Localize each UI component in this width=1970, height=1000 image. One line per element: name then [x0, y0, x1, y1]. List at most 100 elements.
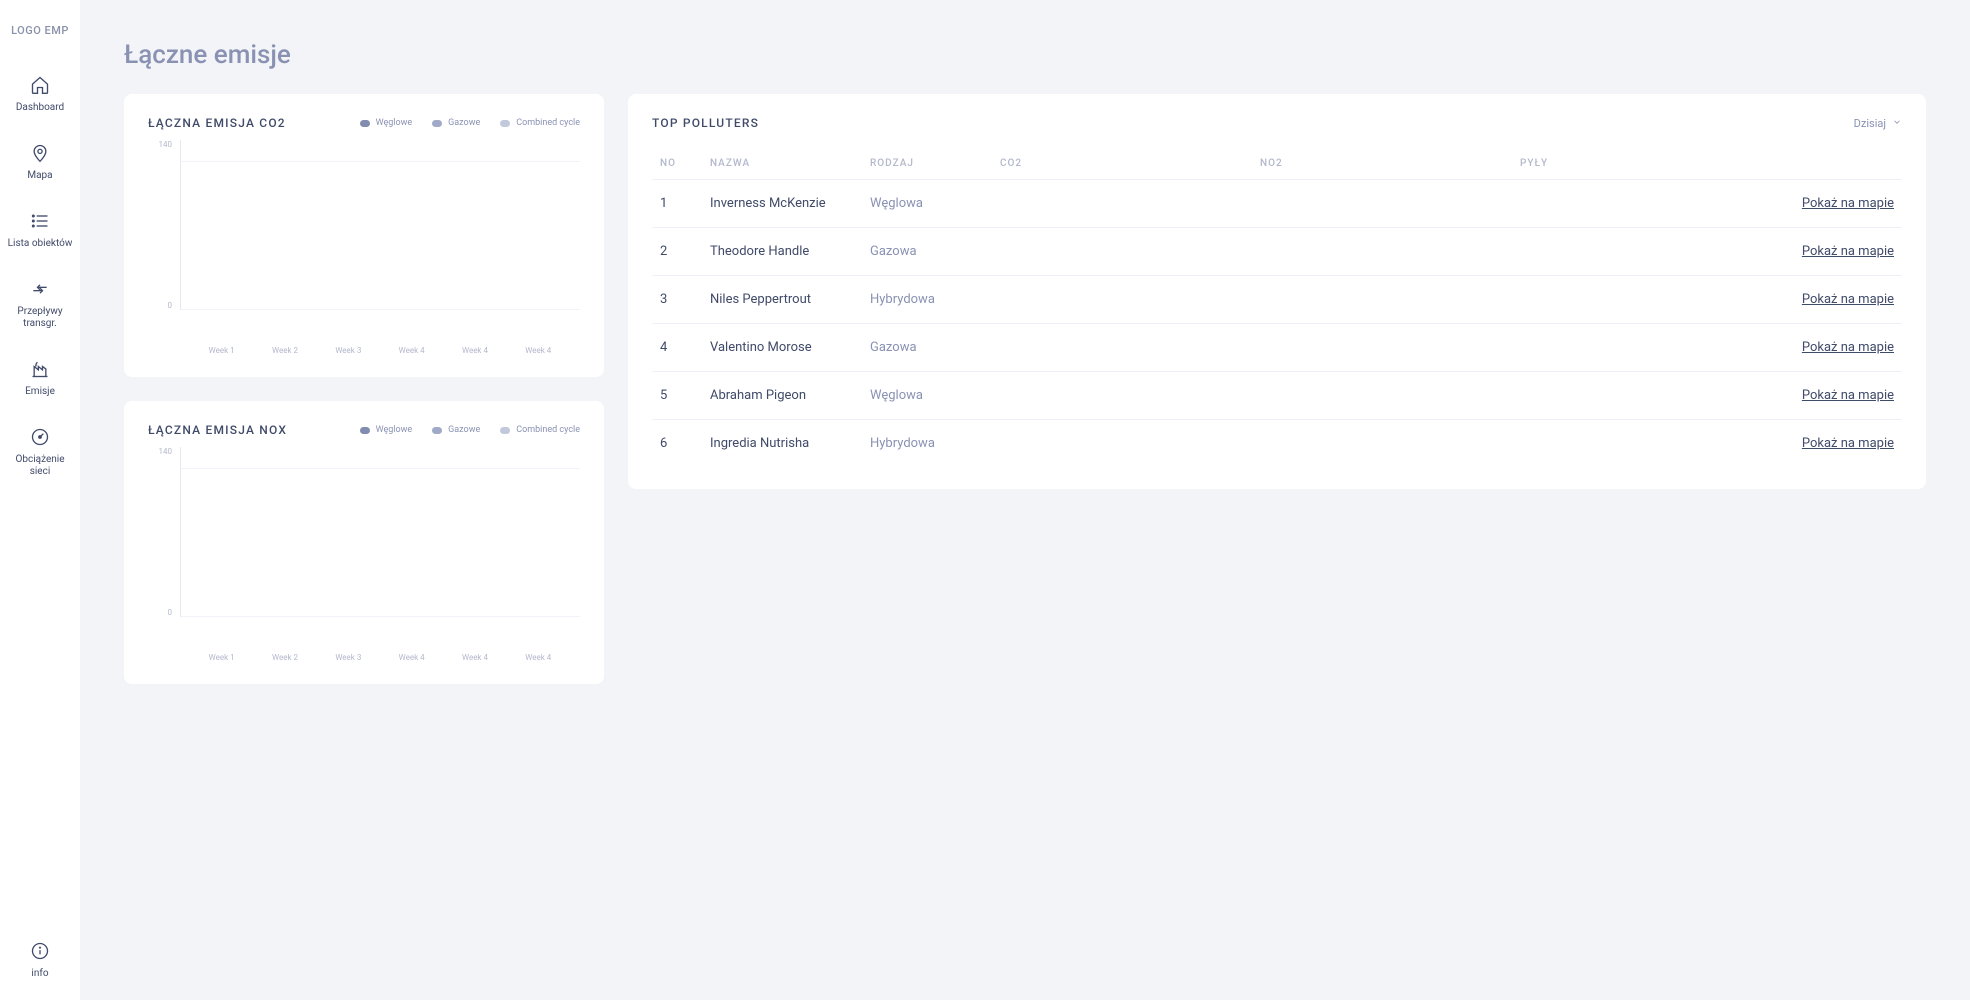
table-row: 6 Ingredia Nutrisha Hybrydowa Pokaż na m… — [652, 420, 1902, 468]
legend-item: Węglowe — [360, 425, 413, 435]
table-row: 3 Niles Peppertrout Hybrydowa Pokaż na m… — [652, 276, 1902, 324]
show-on-map-link[interactable]: Pokaż na mapie — [1772, 420, 1902, 468]
x-axis-label: Week 3 — [333, 653, 363, 662]
gauge-icon — [29, 426, 51, 448]
y-axis-tick: 0 — [168, 608, 173, 617]
legend-item: Combined cycle — [500, 425, 580, 435]
x-axis: Week 1 Week 2 Week 3 Week 4 Week 4 Week 4 — [180, 346, 580, 355]
cell-no2 — [1252, 180, 1512, 228]
chart-legend: Węglowe Gazowe Combined cycle — [360, 118, 580, 128]
show-on-map-link[interactable]: Pokaż na mapie — [1772, 228, 1902, 276]
cell-name: Valentino Morose — [702, 324, 862, 372]
x-axis-label: Week 4 — [460, 346, 490, 355]
cell-no2 — [1252, 420, 1512, 468]
show-on-map-link[interactable]: Pokaż na mapie — [1772, 180, 1902, 228]
gridline — [181, 309, 580, 310]
cell-no: 6 — [652, 420, 702, 468]
legend-label: Gazowe — [448, 118, 480, 128]
cell-pyly — [1512, 228, 1772, 276]
sidebar-item-pin[interactable]: Mapa — [0, 142, 80, 182]
th-no: NO — [652, 148, 702, 180]
x-axis-label: Week 2 — [270, 346, 300, 355]
legend-dot-icon — [500, 120, 510, 127]
sidebar-item-plant[interactable]: Emisje — [0, 358, 80, 398]
pin-icon — [29, 142, 51, 164]
show-on-map-link[interactable]: Pokaż na mapie — [1772, 324, 1902, 372]
polluters-table: NO NAZWA RODZAJ CO2 NO2 PYŁY 1 Inverness… — [652, 148, 1902, 467]
th-kind: RODZAJ — [862, 148, 992, 180]
sidebar-item-label: Przepływy transgr. — [6, 306, 74, 330]
cell-no2 — [1252, 228, 1512, 276]
chart-card-0: ŁĄCZNA EMISJA CO2 Węglowe Gazowe Combine… — [124, 94, 604, 377]
cell-name: Ingredia Nutrisha — [702, 420, 862, 468]
x-axis-label: Week 4 — [460, 653, 490, 662]
show-on-map-link[interactable]: Pokaż na mapie — [1772, 276, 1902, 324]
sidebar-item-gauge[interactable]: Obciążenie sieci — [0, 426, 80, 478]
cell-pyly — [1512, 372, 1772, 420]
cell-no: 2 — [652, 228, 702, 276]
x-axis-label: Week 2 — [270, 653, 300, 662]
cell-no: 1 — [652, 180, 702, 228]
cell-kind: Węglowa — [862, 372, 992, 420]
nav-items: Dashboard Mapa Lista obiektów Przepływy … — [0, 74, 80, 506]
charts-column: ŁĄCZNA EMISJA CO2 Węglowe Gazowe Combine… — [124, 94, 604, 684]
legend-dot-icon — [432, 120, 442, 127]
legend-label: Węglowe — [376, 425, 413, 435]
legend-dot-icon — [360, 427, 370, 434]
legend-label: Węglowe — [376, 118, 413, 128]
chart-body: 140 0 — [148, 447, 580, 647]
show-on-map-link[interactable]: Pokaż na mapie — [1772, 372, 1902, 420]
cell-co2 — [992, 420, 1252, 468]
main-content: Łączne emisje ŁĄCZNA EMISJA CO2 Węglowe … — [80, 0, 1970, 1000]
chevron-down-icon — [1892, 117, 1902, 130]
sidebar-item-label: Lista obiektów — [8, 238, 73, 250]
flows-icon — [29, 278, 51, 300]
y-axis-tick: 0 — [168, 301, 173, 310]
sidebar-item-flows[interactable]: Przepływy transgr. — [0, 278, 80, 330]
table-row: 1 Inverness McKenzie Węglowa Pokaż na ma… — [652, 180, 1902, 228]
cell-kind: Gazowa — [862, 324, 992, 372]
cell-name: Inverness McKenzie — [702, 180, 862, 228]
cell-co2 — [992, 372, 1252, 420]
cell-no: 4 — [652, 324, 702, 372]
th-pyly: PYŁY — [1512, 148, 1772, 180]
y-axis: 140 0 — [148, 447, 180, 617]
legend-label: Combined cycle — [516, 118, 580, 128]
legend-dot-icon — [432, 427, 442, 434]
cell-kind: Hybrydowa — [862, 276, 992, 324]
legend-item: Węglowe — [360, 118, 413, 128]
y-axis-tick: 140 — [159, 140, 173, 149]
x-axis-label: Week 1 — [207, 346, 237, 355]
legend-item: Combined cycle — [500, 118, 580, 128]
x-axis-label: Week 4 — [397, 346, 427, 355]
th-no2: NO2 — [1252, 148, 1512, 180]
sidebar-item-label: Obciążenie sieci — [6, 454, 74, 478]
sidebar-item-list[interactable]: Lista obiektów — [0, 210, 80, 250]
dropdown-label: Dzisiaj — [1854, 117, 1886, 130]
chart-title: ŁĄCZNA EMISJA NOX — [148, 423, 287, 437]
legend-label: Gazowe — [448, 425, 480, 435]
cell-pyly — [1512, 324, 1772, 372]
bars-container — [181, 140, 580, 309]
chart-body: 140 0 — [148, 140, 580, 340]
legend-label: Combined cycle — [516, 425, 580, 435]
x-axis-label: Week 4 — [523, 346, 553, 355]
x-axis-label: Week 4 — [523, 653, 553, 662]
cell-no: 5 — [652, 372, 702, 420]
cell-co2 — [992, 180, 1252, 228]
polluters-card: TOP POLLUTERS Dzisiaj NO NAZWA RODZAJ CO… — [628, 94, 1926, 489]
y-axis: 140 0 — [148, 140, 180, 310]
app-logo: LOGO EMP — [11, 24, 69, 38]
sidebar-item-info[interactable]: info — [0, 940, 80, 980]
cell-kind: Węglowa — [862, 180, 992, 228]
th-co2: CO2 — [992, 148, 1252, 180]
cell-pyly — [1512, 180, 1772, 228]
x-axis-label: Week 3 — [333, 346, 363, 355]
cell-co2 — [992, 324, 1252, 372]
info-icon — [29, 940, 51, 962]
timerange-dropdown[interactable]: Dzisiaj — [1854, 117, 1902, 130]
legend-item: Gazowe — [432, 118, 480, 128]
sidebar-item-home[interactable]: Dashboard — [0, 74, 80, 114]
sidebar-footer-label: info — [31, 968, 48, 980]
y-axis-tick: 140 — [159, 447, 173, 456]
